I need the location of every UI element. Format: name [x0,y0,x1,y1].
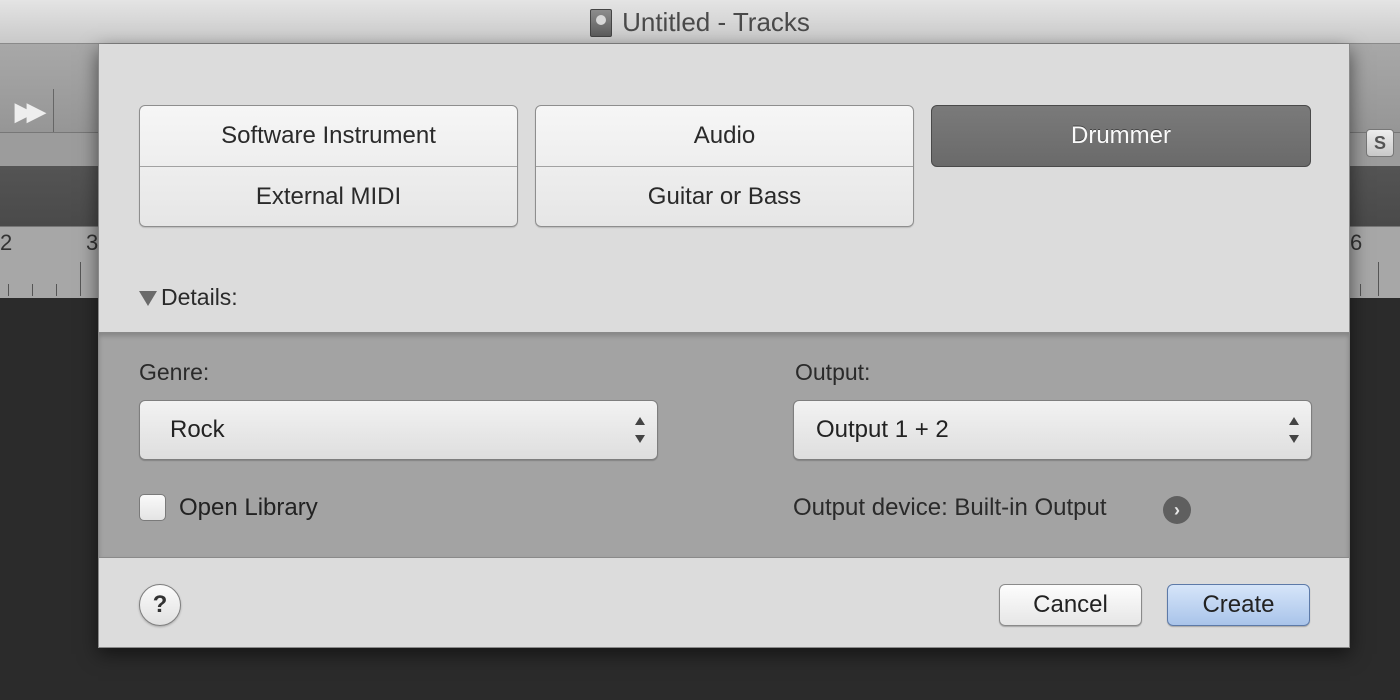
track-type-drummer[interactable]: Drummer [931,105,1311,167]
ruler-tick [1360,284,1361,296]
fast-forward-icon[interactable]: ▶▶ [0,89,54,133]
project-document-icon [590,8,613,37]
ruler-tick [56,284,57,296]
ruler-bar-number: 2 [0,230,13,255]
ruler-tick [80,262,81,296]
solo-button[interactable]: S [1366,129,1394,157]
help-button[interactable]: ? [139,584,181,626]
genre-popup[interactable]: Rock [139,400,658,460]
create-button[interactable]: Create [1167,584,1310,626]
output-label: Output: [795,359,871,385]
track-type-audio[interactable]: Audio [536,106,913,166]
track-type-external-midi[interactable]: External MIDI [140,166,517,226]
ruler-tick [8,284,9,296]
details-panel: Genre: Rock Output: Output 1 + 2 Open Li… [99,332,1349,558]
open-library-label[interactable]: Open Library [179,494,318,522]
track-type-group: Audio Guitar or Bass [535,105,914,227]
output-device-text: Output device: Built-in Output [793,494,1107,521]
output-value: Output 1 + 2 [816,416,949,443]
details-label: Details: [161,284,238,310]
cancel-button[interactable]: Cancel [999,584,1142,626]
go-arrow-icon[interactable]: › [1163,496,1191,524]
ruler-bar-number: 3 [86,230,99,255]
new-track-dialog: Software Instrument External MIDI Audio … [98,44,1350,648]
updown-arrows-icon [1289,417,1299,443]
details-disclosure[interactable]: Details: [139,284,238,311]
track-type-guitar-or-bass[interactable]: Guitar or Bass [536,166,913,226]
genre-value: Rock [170,416,225,443]
disclosure-triangle-icon[interactable] [139,291,157,306]
window-titlebar: Untitled - Tracks [0,0,1400,44]
ruler-bar-number: 6 [1350,230,1363,255]
ruler-tick [32,284,33,296]
genre-label: Genre: [139,359,210,385]
ruler-tick [1378,262,1379,296]
updown-arrows-icon [635,417,645,443]
track-type-selector: Software Instrument External MIDI Audio … [139,105,1311,227]
window-title: Untitled - Tracks [622,7,810,37]
track-type-group: Software Instrument External MIDI [139,105,518,227]
output-popup[interactable]: Output 1 + 2 [793,400,1312,460]
open-library-checkbox[interactable] [139,494,166,521]
track-type-software-instrument[interactable]: Software Instrument [140,106,517,166]
